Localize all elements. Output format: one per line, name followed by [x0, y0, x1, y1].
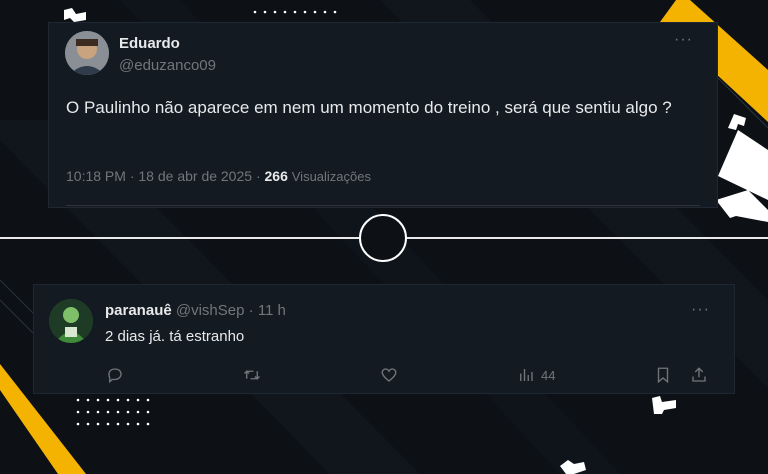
reply-author-avatar[interactable]: [49, 299, 93, 343]
retweet-button[interactable]: [243, 365, 261, 385]
like-button[interactable]: [380, 365, 398, 385]
tweet-meta: 10:18 PM · 18 de abr de 2025 · 266 Visua…: [66, 168, 371, 184]
dot-grid-top: [253, 10, 337, 14]
share-icon: [692, 367, 706, 382]
author-avatar[interactable]: [65, 31, 109, 75]
share-button[interactable]: [690, 365, 708, 385]
retweet-icon: [244, 370, 260, 380]
tweet-date[interactable]: 18 de abr de 2025: [138, 168, 252, 184]
reply-author-handle[interactable]: @vishSep: [176, 302, 245, 319]
tweet-card: Eduardo @eduzanco09 ··· O Paulinho não a…: [48, 22, 718, 208]
views-count: 266: [264, 168, 288, 184]
more-options-icon[interactable]: ···: [674, 32, 693, 48]
divider-circle: [359, 214, 407, 262]
bookmark-icon: [657, 367, 669, 384]
more-options-icon[interactable]: ···: [691, 302, 710, 318]
reply-header: paranauê @vishSep · 11 h: [105, 302, 286, 319]
divider: [66, 205, 700, 206]
views-icon: [520, 369, 533, 381]
bookmark-button[interactable]: [654, 365, 672, 385]
reply-author-name[interactable]: paranauê: [105, 302, 172, 319]
tweet-time[interactable]: 10:18 PM: [66, 168, 126, 184]
reply-button[interactable]: [106, 365, 124, 385]
author-name[interactable]: Eduardo: [119, 35, 180, 52]
author-handle[interactable]: @eduzanco09: [119, 57, 216, 74]
reply-icon: [108, 368, 122, 384]
views-button[interactable]: 44: [517, 365, 555, 385]
meta-separator: ·: [255, 168, 265, 184]
white-stripe-right: [716, 130, 768, 222]
reply-separator: ·: [248, 302, 254, 319]
dot-grid-bottom-left: [76, 398, 150, 426]
reply-text: 2 dias já. tá estranho: [105, 328, 245, 345]
avatar-photo-icon: [49, 299, 93, 343]
like-icon: [381, 368, 397, 382]
tweet-text: O Paulinho não aparece em nem um momento…: [66, 98, 672, 117]
avatar-photo-icon: [65, 31, 109, 75]
reply-views-count: 44: [541, 367, 556, 383]
views-label: Visualizações: [291, 169, 372, 184]
reply-card: paranauê @vishSep · 11 h ··· 2 dias já. …: [33, 284, 735, 394]
reply-age[interactable]: 11 h: [258, 302, 286, 319]
